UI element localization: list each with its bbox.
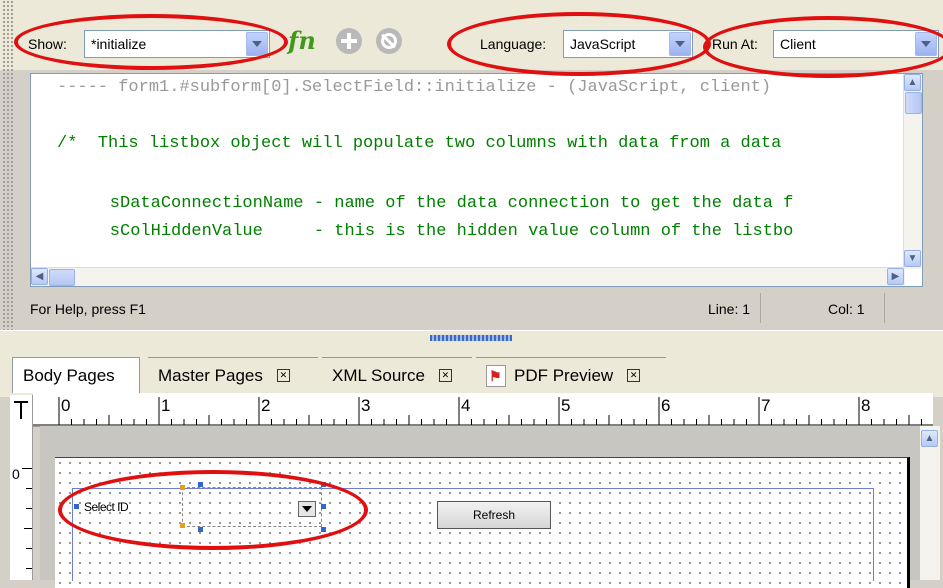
ruler-number: 8 [861, 396, 871, 415]
tab-body-pages[interactable]: Body Pages [12, 357, 140, 393]
show-dropdown[interactable]: *initialize [84, 30, 270, 58]
language-value: JavaScript [570, 36, 636, 52]
tab-master-pages[interactable]: Master Pages ✕ [148, 357, 318, 393]
tab-label: Body Pages [23, 365, 115, 385]
code-line: sDataConnectionName - name of the data c… [69, 194, 794, 213]
scroll-left-icon[interactable]: ◀ [31, 268, 48, 285]
ruler-number: 0 [12, 466, 20, 482]
status-bar: For Help, press F1 Line: 1 Col: 1 [30, 293, 923, 323]
chevron-down-icon[interactable] [915, 32, 937, 56]
refresh-label: Refresh [472, 508, 516, 522]
vertical-ruler: 0 [10, 426, 33, 580]
code-line: /* This listbox object will populate two… [57, 134, 782, 153]
script-editor[interactable]: ----- form1.#subform[0].SelectField::ini… [30, 73, 923, 287]
help-text: For Help, press F1 [30, 301, 146, 317]
tab-label: XML Source [332, 365, 425, 385]
close-icon[interactable]: ✕ [276, 369, 290, 382]
scroll-thumb[interactable] [49, 269, 75, 286]
ruler-number: 2 [261, 396, 271, 415]
selection-handle[interactable] [180, 485, 185, 490]
scroll-right-icon[interactable]: ▶ [887, 268, 904, 285]
scroll-thumb[interactable] [905, 92, 922, 114]
ruler-number: 4 [461, 396, 471, 415]
ruler-number: 1 [161, 396, 171, 415]
ruler-corner [10, 395, 33, 426]
chevron-down-icon[interactable] [298, 501, 316, 517]
run-at-value: Client [780, 36, 816, 52]
toolbar-grip[interactable] [2, 0, 14, 330]
code-line: sColHiddenValue - this is the hidden val… [69, 222, 794, 241]
selection-handle[interactable] [74, 504, 79, 509]
show-label: Show: [28, 36, 67, 52]
chevron-down-icon[interactable] [246, 32, 268, 56]
select-field[interactable]: Select ID [74, 482, 326, 532]
add-icon[interactable] [336, 28, 362, 54]
canvas-vertical-scrollbar[interactable]: ▲ [920, 426, 940, 580]
selection-handle[interactable] [321, 527, 326, 532]
scroll-up-icon[interactable]: ▲ [904, 74, 921, 91]
ruler-number: 3 [361, 396, 371, 415]
ruler-number: 7 [761, 396, 771, 415]
language-label: Language: [480, 36, 547, 52]
function-icon[interactable]: fn [288, 26, 316, 55]
close-icon[interactable]: ✕ [438, 369, 452, 382]
pdf-icon: ⚑ [486, 364, 506, 387]
close-icon[interactable]: ✕ [627, 369, 641, 382]
selection-handle[interactable] [198, 482, 203, 487]
refresh-button[interactable]: Refresh [437, 501, 551, 529]
scroll-up-icon[interactable]: ▲ [921, 430, 938, 447]
tab-xml-source[interactable]: XML Source ✕ [322, 357, 472, 393]
ruler-number: 5 [561, 396, 571, 415]
ruler-number: 0 [61, 396, 71, 415]
chevron-down-icon[interactable] [669, 32, 691, 56]
tab-label: Master Pages [158, 365, 263, 385]
col-indicator: Col: 1 [828, 301, 865, 317]
scroll-down-icon[interactable]: ▼ [904, 250, 921, 267]
status-divider [884, 293, 885, 323]
horizontal-ruler: 0 1 2 3 4 5 6 7 8 [33, 393, 933, 427]
run-at-dropdown[interactable]: Client [773, 30, 939, 58]
line-indicator: Line: 1 [708, 301, 751, 317]
select-id-label: Select ID [84, 500, 129, 514]
cancel-icon[interactable] [376, 28, 402, 54]
horizontal-scrollbar[interactable]: ◀ ▶ [31, 267, 905, 286]
selection-handle[interactable] [321, 504, 326, 509]
ruler-number: 6 [661, 396, 671, 415]
tab-label: PDF Preview [514, 365, 614, 385]
language-dropdown[interactable]: JavaScript [563, 30, 693, 58]
tab-pdf-preview[interactable]: ⚑ PDF Preview ✕ [476, 357, 666, 393]
selection-handle[interactable] [180, 523, 185, 528]
show-value: *initialize [91, 36, 147, 52]
selection-handle[interactable] [321, 482, 326, 487]
status-divider [760, 293, 761, 323]
splitter-grip[interactable] [430, 335, 512, 341]
code-line: ----- form1.#subform[0].SelectField::ini… [57, 78, 772, 97]
selection-handle[interactable] [198, 527, 203, 532]
run-at-label: Run At: [712, 36, 758, 52]
vertical-scrollbar[interactable]: ▲ ▼ [903, 74, 922, 269]
